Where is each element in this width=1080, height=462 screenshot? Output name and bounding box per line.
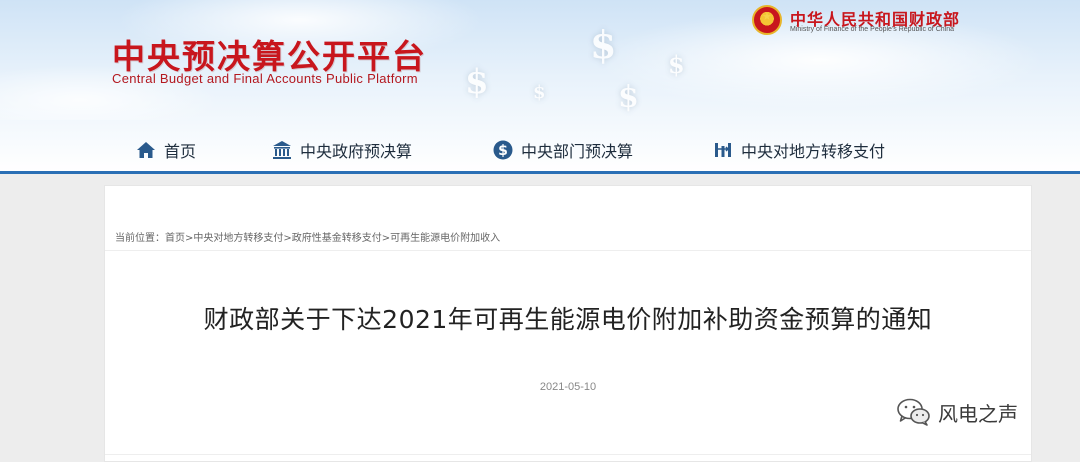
nav-underline — [0, 171, 1080, 174]
article-date: 2021-05-10 — [539, 381, 597, 393]
nav-item-label: 中央部门预决算 — [521, 142, 634, 161]
nav-item-central-department-budget[interactable]: $ 中央部门预决算 — [493, 136, 633, 164]
site-subtitle: Central Budget and Final Accounts Public… — [112, 71, 418, 86]
home-icon — [137, 142, 155, 158]
dollar-decoration-icon: $ — [590, 22, 617, 67]
nav-item-central-to-local-transfer[interactable]: 中央对地方转移支付 — [713, 136, 885, 164]
breadcrumb-item-home[interactable]: 首页 — [165, 233, 185, 244]
breadcrumb-separator: > — [381, 233, 391, 244]
breadcrumb-prefix: 当前位置： — [115, 233, 165, 244]
breadcrumb-item-current[interactable]: 可再生能源电价附加收入 — [390, 233, 500, 244]
nav-item-central-government-budget[interactable]: 中央政府预决算 — [272, 136, 412, 164]
wechat-watermark: 风电之声 — [896, 397, 1018, 427]
breadcrumb-item-fund-transfer[interactable]: 政府性基金转移支付 — [292, 233, 382, 244]
breadcrumb: 当前位置：首页>中央对地方转移支付>政府性基金转移支付>可再生能源电价附加收入 — [115, 229, 500, 244]
article-title: 财政部关于下达2021年可再生能源电价附加补助资金预算的通知 — [203, 305, 933, 334]
nav-item-label: 中央对地方转移支付 — [741, 142, 886, 161]
main-nav: 首页 中央政府预决算 $ 中央部门预决算 中央对地方转移支付 — [0, 128, 1080, 172]
breadcrumb-separator: > — [283, 233, 292, 244]
dollar-decoration-icon: $ — [668, 50, 685, 79]
divider — [105, 454, 1031, 455]
watermark-text: 风电之声 — [938, 401, 1018, 426]
national-emblem-icon: ★ — [752, 5, 782, 35]
nav-item-home[interactable]: 首页 — [136, 136, 196, 164]
dollar-decoration-icon: $ — [533, 82, 546, 103]
breadcrumb-item-transfer[interactable]: 中央对地方转移支付 — [193, 233, 283, 244]
nav-item-label: 首页 — [164, 142, 197, 161]
ministry-english-name: Ministry of Finance of the People's Repu… — [790, 26, 954, 33]
site-header: $ $ $ $ $ 中央预决算公开平台 Central Budget and F… — [0, 0, 1080, 172]
svg-text:$: $ — [498, 143, 508, 159]
nav-item-label: 中央政府预决算 — [300, 142, 413, 161]
transfer-icon — [715, 143, 731, 157]
article-card: 当前位置：首页>中央对地方转移支付>政府性基金转移支付>可再生能源电价附加收入 … — [104, 185, 1032, 462]
dollar-decoration-icon: $ — [618, 80, 639, 115]
dollar-circle-icon: $ — [493, 140, 513, 160]
dollar-decoration-icon: $ — [465, 62, 489, 102]
wechat-icon — [897, 398, 930, 426]
government-building-icon — [273, 141, 291, 159]
divider — [105, 250, 1031, 251]
